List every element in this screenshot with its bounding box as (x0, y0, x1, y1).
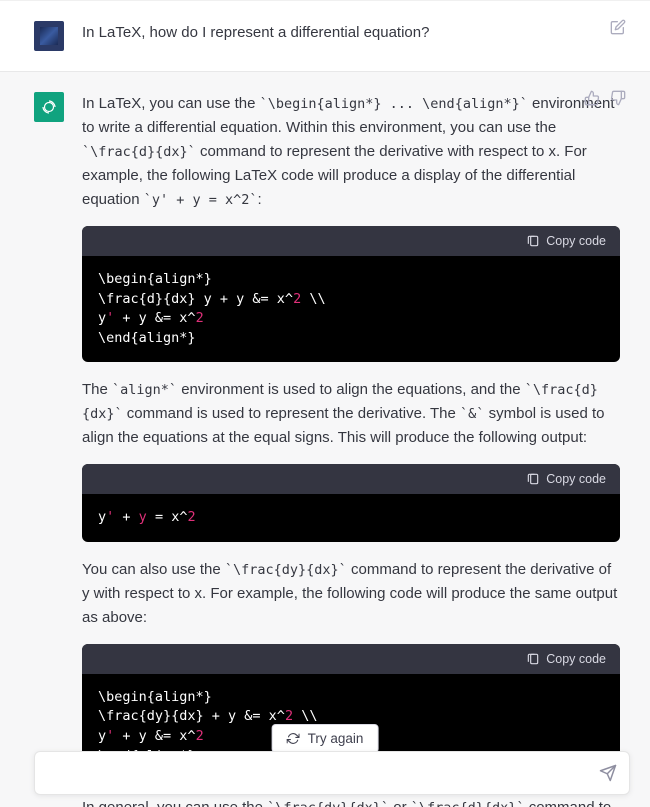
assistant-p3: You can also use the `\frac{dy}{dx}` com… (82, 558, 620, 630)
code-block-1: Copy code \begin{align*} \frac{d}{dx} y … (82, 226, 620, 362)
assistant-avatar (34, 92, 64, 122)
text: : (258, 191, 262, 208)
try-again-label: Try again (308, 731, 364, 746)
copy-code-button[interactable]: Copy code (546, 469, 606, 489)
user-message-body: In LaTeX, how do I represent a different… (82, 21, 620, 51)
inline-code: `\begin{align*} ... \end{align*}` (260, 96, 528, 112)
edit-icon[interactable] (610, 19, 626, 35)
conversation: In LaTeX, how do I represent a different… (0, 0, 650, 807)
code-content: y' + y = x^2 (82, 494, 620, 542)
text: environment is used to align the equatio… (177, 381, 525, 398)
text: You can also use the (82, 561, 225, 578)
refresh-icon (287, 732, 300, 745)
code-block-2: Copy code y' + y = x^2 (82, 464, 620, 542)
message-input[interactable] (47, 765, 599, 782)
inline-code: `y' + y = x^2` (144, 192, 258, 208)
thumbs-up-icon[interactable] (584, 90, 600, 106)
inline-code: `\frac{dy}{dx}` (225, 562, 347, 578)
user-message-text: In LaTeX, how do I represent a different… (82, 21, 620, 45)
code-content: \begin{align*} \frac{d}{dx} y + y &= x^2… (82, 256, 620, 362)
thumbs-down-icon[interactable] (610, 90, 626, 106)
user-message-row: In LaTeX, how do I represent a different… (0, 0, 650, 71)
assistant-row-actions (584, 90, 626, 106)
inline-code: `align*` (112, 382, 177, 398)
text: In LaTeX, you can use the (82, 95, 260, 112)
copy-code-button[interactable]: Copy code (546, 649, 606, 669)
code-block-header: Copy code (82, 644, 620, 674)
inline-code: `\frac{dy}{dx}` (267, 800, 389, 807)
copy-code-button[interactable]: Copy code (546, 231, 606, 251)
message-input-bar (34, 751, 630, 795)
try-again-button[interactable]: Try again (272, 724, 379, 753)
code-block-header: Copy code (82, 226, 620, 256)
assistant-message-row: In LaTeX, you can use the `\begin{align*… (0, 71, 650, 807)
clipboard-icon[interactable] (526, 234, 540, 248)
inline-code: `&` (460, 406, 484, 422)
clipboard-icon[interactable] (526, 472, 540, 486)
assistant-p4: In general, you can use the `\frac{dy}{d… (82, 796, 620, 807)
text: command is used to represent the derivat… (123, 405, 460, 422)
inline-code: `\frac{d}{dx}` (82, 144, 196, 160)
assistant-message-body: In LaTeX, you can use the `\begin{align*… (82, 92, 620, 807)
text: or (389, 799, 411, 807)
assistant-p2: The `align*` environment is used to alig… (82, 378, 620, 450)
code-block-header: Copy code (82, 464, 620, 494)
user-avatar (34, 21, 64, 51)
send-icon[interactable] (599, 764, 617, 782)
assistant-p1: In LaTeX, you can use the `\begin{align*… (82, 92, 620, 212)
clipboard-icon[interactable] (526, 652, 540, 666)
text: The (82, 381, 112, 398)
user-row-actions (610, 19, 626, 35)
inline-code: `\frac{d}{dx}` (411, 800, 525, 807)
text: In general, you can use the (82, 799, 267, 807)
